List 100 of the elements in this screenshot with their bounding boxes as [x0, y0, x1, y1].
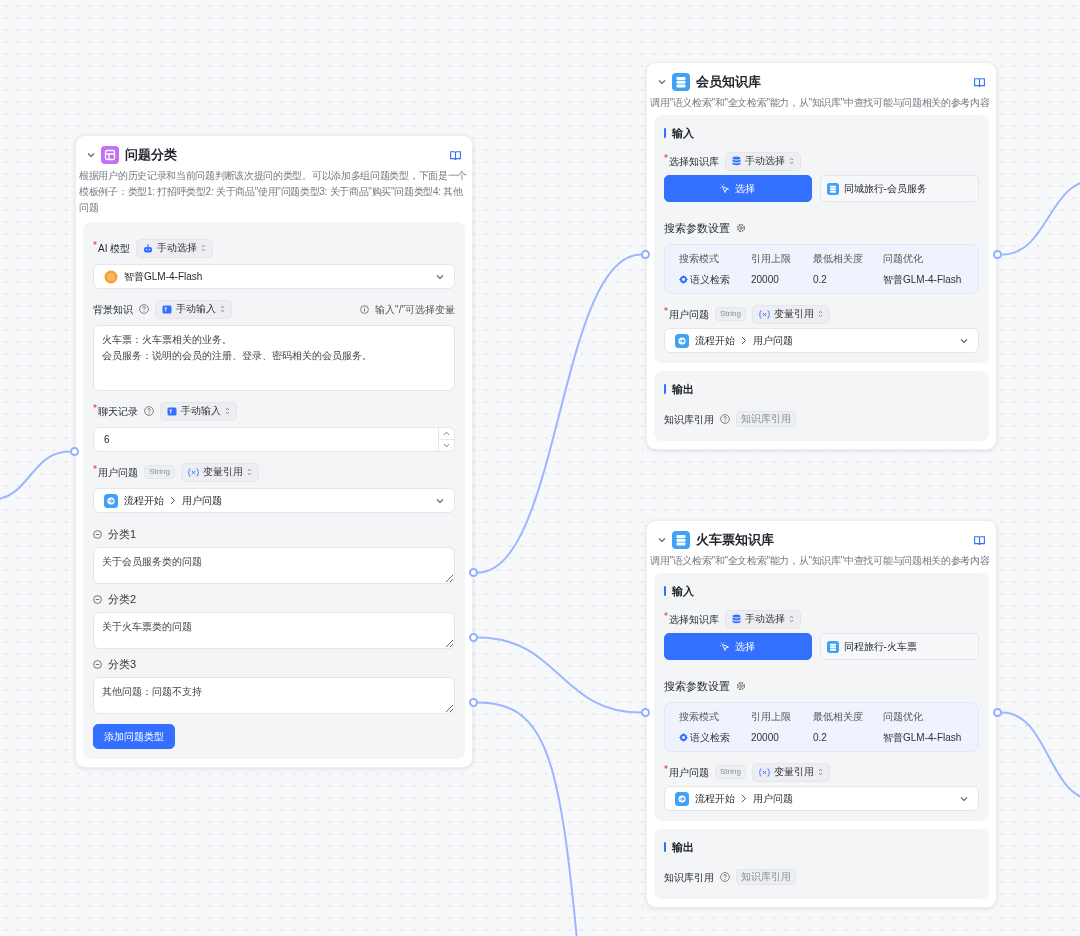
table-icon: [101, 146, 119, 164]
table-cell-text: 语义检索: [690, 273, 730, 287]
robot-icon: [143, 243, 154, 253]
dataset-chip[interactable]: 同程旅行-火车票: [819, 633, 979, 660]
field-label: AI 模型: [98, 241, 131, 256]
text-line: 会员服务：说明的会员的注册、登录、密码相关的会员服务。: [102, 349, 373, 363]
section-accent: [664, 842, 666, 852]
connection-handle[interactable]: [641, 708, 650, 717]
section-title: 输入: [672, 583, 694, 599]
database-icon: [672, 73, 690, 91]
table-header-cell-text: 最低相关度: [813, 710, 864, 724]
select-button[interactable]: 选择: [664, 175, 812, 202]
hint-text: 输入"/"可选择变量: [375, 302, 455, 317]
sort-icon: [789, 157, 794, 165]
remove-icon[interactable]: [93, 529, 102, 539]
gear-icon[interactable]: [736, 681, 746, 691]
mode-selector[interactable]: 变量引用: [751, 304, 830, 324]
help-icon: [144, 406, 154, 416]
model-select[interactable]: 智普GLM-4-Flash: [93, 264, 455, 289]
start-node-icon: [675, 333, 689, 348]
info-icon: [360, 304, 370, 314]
book-icon[interactable]: [974, 535, 985, 545]
variable-icon: [758, 309, 770, 319]
database-icon: [732, 614, 741, 624]
category-input[interactable]: 其他问题：问题不支持: [93, 677, 455, 714]
variable-select[interactable]: 流程开始 用户问题: [664, 328, 979, 353]
section-title: 输出: [672, 839, 694, 855]
collapse-icon[interactable]: [658, 79, 666, 85]
mode-selector[interactable]: 手动输入: [155, 299, 232, 319]
connection-handle[interactable]: [993, 708, 1002, 717]
chevron-down-icon[interactable]: [436, 497, 444, 504]
dataset-chip[interactable]: 同城旅行-会员服务: [819, 175, 979, 202]
remove-icon[interactable]: [93, 659, 102, 669]
connection-handle[interactable]: [469, 633, 478, 642]
field-label: 知识库引用: [664, 870, 714, 885]
table-cell-text: 20000: [751, 273, 779, 287]
variable-select[interactable]: 流程开始 用户问题: [664, 786, 979, 811]
field-label: 背景知识: [93, 302, 133, 317]
table-header-cell-text: 引用上限: [751, 710, 792, 724]
sort-icon: [817, 768, 823, 776]
start-node-icon: [104, 493, 118, 508]
mode-selector[interactable]: 变量引用: [751, 762, 830, 782]
book-icon[interactable]: [450, 150, 461, 160]
select-button[interactable]: 选择: [664, 633, 812, 660]
mode-selector[interactable]: 手动选择: [136, 238, 214, 258]
table-header-cell-text: 最低相关度: [813, 252, 864, 266]
section-title: 输入: [672, 125, 694, 141]
connection-handle[interactable]: [469, 698, 478, 707]
add-category-button[interactable]: 添加问题类型: [93, 724, 175, 749]
background-input[interactable]: 火车票：火车票相关的业务。 会员服务：说明的会员的注册、登录、密码相关的会员服务。: [93, 325, 455, 391]
category-input[interactable]: 关于会员服务类的问题: [93, 547, 455, 584]
collapse-icon[interactable]: [658, 537, 666, 543]
variable-icon: [187, 467, 199, 477]
mode-selector[interactable]: 手动选择: [725, 609, 801, 629]
sort-icon: [220, 305, 225, 313]
chevron-down-icon[interactable]: [960, 337, 968, 344]
chevron-up-icon: [442, 431, 450, 436]
connection-line: [0, 450, 71, 501]
gear-icon[interactable]: [736, 223, 746, 233]
node-description: 根据用户的历史记录和当前问题判断该次提问的类型。可以添加多组问题类型，下面是一个模板例子：类型1: 打招呼类型2: 关于商品"使用"问题类型3: 关于商品"购买"问题类型4: 其他问题: [79, 169, 468, 215]
category-input[interactable]: 关于火车票类的问题: [93, 612, 455, 649]
table-cell-text: 智普GLM-4-Flash: [883, 273, 962, 287]
table-cell-text: 语义检索: [690, 731, 730, 745]
sort-icon: [789, 615, 794, 623]
type-tag: 知识库引用: [736, 869, 796, 885]
help-icon: [720, 414, 730, 424]
section-label: 搜索参数设置: [664, 220, 730, 236]
table-header-cell-text: 搜索模式: [679, 710, 720, 724]
chevron-down-icon[interactable]: [960, 795, 968, 802]
connection-handle[interactable]: [993, 250, 1002, 259]
table-cell-text: 20000: [751, 731, 779, 745]
text-line: 火车票：火车票相关的业务。: [102, 333, 233, 347]
table-header-cell-text: 引用上限: [751, 252, 792, 266]
database-icon: [732, 156, 741, 166]
connection-handle[interactable]: [469, 568, 478, 577]
cursor-icon: [720, 183, 731, 194]
mode-selector[interactable]: 手动选择: [725, 151, 801, 171]
table-cell-text: 智普GLM-4-Flash: [883, 731, 962, 745]
mode-selector[interactable]: 手动输入: [160, 401, 237, 421]
node-description: 调用"语义检索"和"全文检索"能力，从"知识库"中查找可能与问题相关的参考内容: [650, 96, 991, 110]
number-input[interactable]: 6: [93, 427, 439, 452]
remove-icon[interactable]: [93, 594, 102, 604]
start-node-icon: [675, 791, 689, 806]
connection-handle[interactable]: [641, 250, 650, 259]
variable-select[interactable]: 流程开始 用户问题: [93, 488, 455, 513]
book-icon[interactable]: [974, 77, 985, 87]
text-input-icon: [162, 304, 172, 314]
sort-icon: [246, 468, 252, 476]
semantic-search-icon: [679, 275, 688, 284]
chevron-down-icon[interactable]: [436, 273, 444, 280]
table-cell-text: 0.2: [813, 731, 827, 745]
database-icon: [826, 640, 839, 653]
mode-selector[interactable]: 变量引用: [180, 462, 259, 482]
connection-handle[interactable]: [70, 447, 79, 456]
collapse-icon[interactable]: [87, 152, 95, 158]
field-label: 选择知识库: [669, 612, 719, 627]
chevron-down-icon: [442, 443, 450, 448]
field-label: 聊天记录: [98, 404, 138, 419]
node-description: 调用"语义检索"和"全文检索"能力，从"知识库"中查找可能与问题相关的参考内容: [650, 554, 991, 568]
category-label: 分类2: [108, 591, 137, 607]
